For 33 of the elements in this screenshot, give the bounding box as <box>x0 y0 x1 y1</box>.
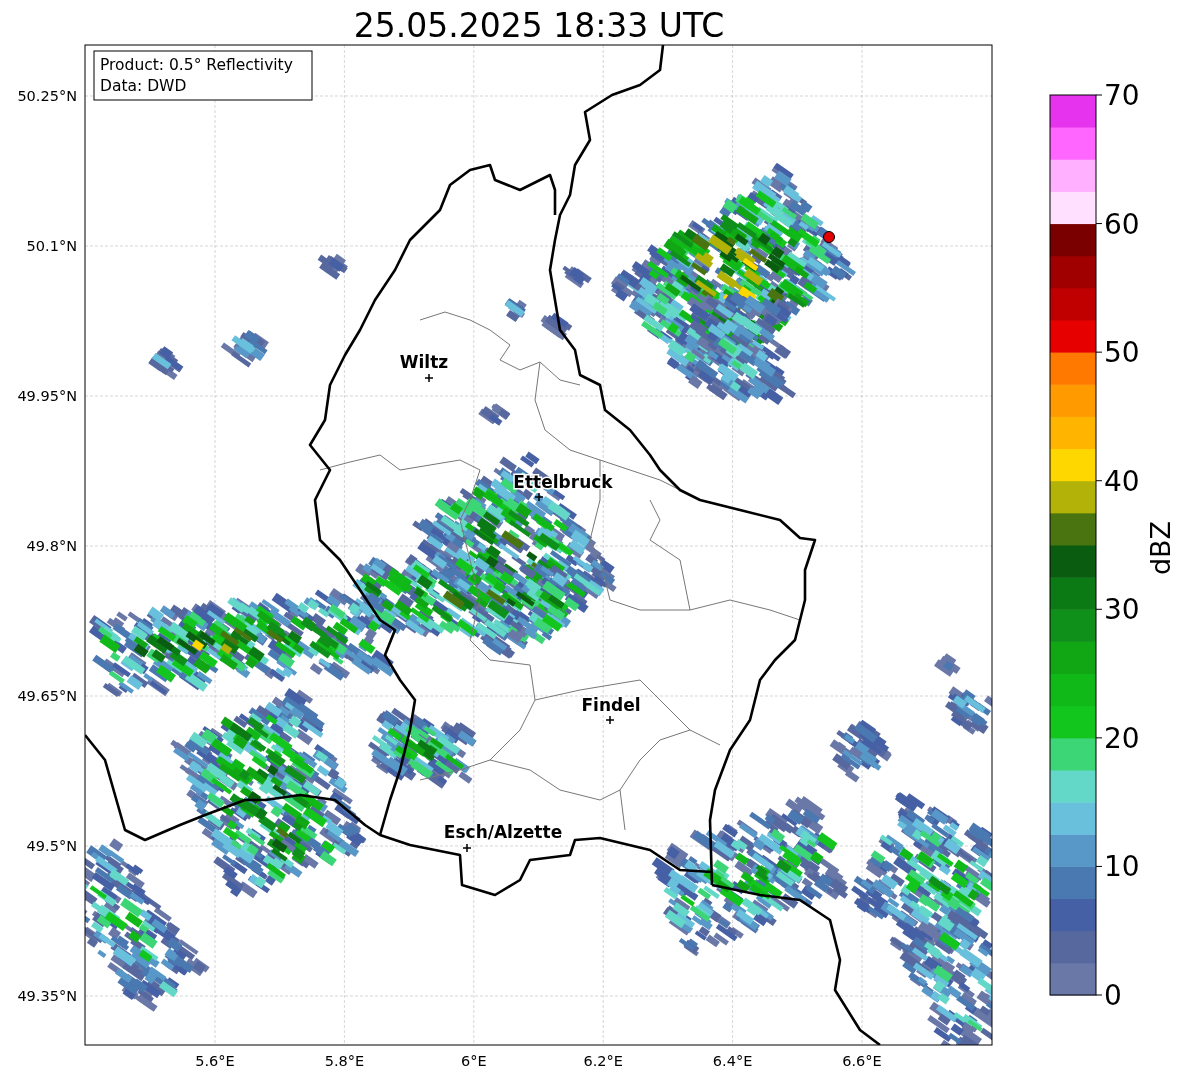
longitude-label: 6.4°E <box>712 1053 753 1069</box>
latitude-label: 50.25°N <box>17 88 77 104</box>
city-label: Wiltz <box>399 352 449 372</box>
latitude-label: 49.65°N <box>17 688 77 704</box>
radar-site-icon <box>823 231 835 243</box>
city-marker-icon <box>605 715 615 725</box>
city-marker-icon <box>462 843 472 853</box>
latitude-label: 50.1°N <box>26 238 77 254</box>
colorbar-tick-label: 30 <box>1104 593 1140 627</box>
info-text: Data: DWD <box>100 77 187 95</box>
colorbar-tick-label: 0 <box>1104 979 1122 1012</box>
city-label: Findel <box>581 695 641 715</box>
chart-title: 25.05.2025 18:33 UTC <box>353 6 725 45</box>
colorbar-tick-label: 20 <box>1104 721 1140 755</box>
latitude-label: 49.5°N <box>26 838 77 854</box>
colorbar-tick-label: 70 <box>1104 79 1140 112</box>
colorbar-tick-label: 40 <box>1104 464 1140 498</box>
longitude-label: 5.6°E <box>195 1053 235 1069</box>
city-marker-icon <box>534 492 544 502</box>
latitude-label: 49.8°N <box>26 538 77 554</box>
longitude-label: 5.8°E <box>324 1053 365 1069</box>
colorbar-tick-label: 60 <box>1104 207 1140 241</box>
longitude-label: 6.2°E <box>583 1053 623 1069</box>
info-text: Product: 0.5° Reflectivity <box>100 56 293 74</box>
longitude-label: 6°E <box>461 1053 487 1069</box>
colorbar-tick-label: 10 <box>1104 850 1140 884</box>
latitude-label: 49.95°N <box>17 388 77 404</box>
city-label: Esch/Alzette <box>443 822 563 842</box>
latitude-label: 49.35°N <box>17 988 77 1004</box>
city-marker-icon <box>424 373 434 383</box>
colorbar-tick-label: 50 <box>1104 336 1140 370</box>
colorbar-label: dBZ <box>1145 520 1176 576</box>
longitude-label: 6.6°E <box>842 1053 882 1069</box>
